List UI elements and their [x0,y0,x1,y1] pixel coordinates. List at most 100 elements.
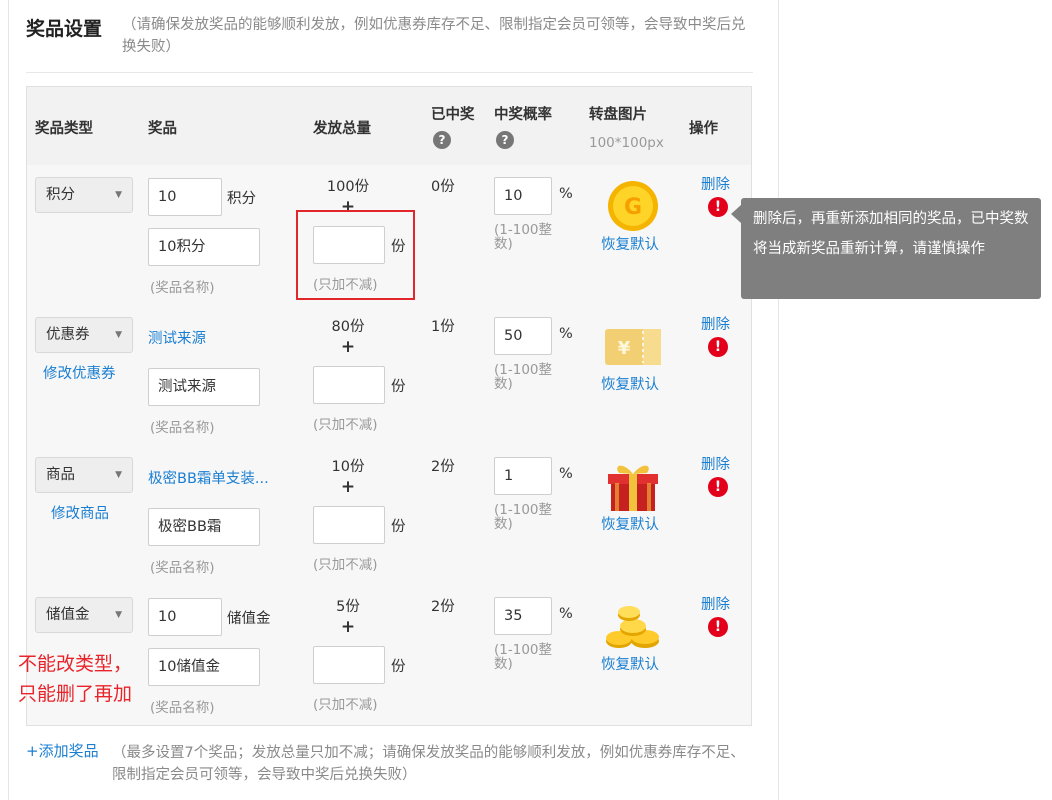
header-prize: 奖品 [148,121,177,137]
probability-help-icon[interactable]: ? [496,131,514,149]
prize-type-value: 储值金 [46,607,90,623]
highlight-box [296,210,415,300]
restore-default-link[interactable]: 恢复默认 [601,233,659,254]
total-value: 5份 [336,599,360,615]
coupon-icon: ¥ [605,329,661,365]
annotation-line-1: 不能改类型， [18,653,133,675]
won-count: 2份 [431,459,455,475]
prize-type-select[interactable]: 商品 ▼ [35,457,133,493]
stored-value-amount-input[interactable]: 10 [148,598,222,636]
section-title: 奖品设置 [26,18,103,40]
delete-link[interactable]: 删除 [701,453,730,474]
coupon-source-link[interactable]: 测试来源 [148,327,206,348]
share-unit: 份 [391,659,406,675]
annotation-line-2: 只能删了再加 [18,683,133,705]
prize-name-input[interactable]: 测试来源 [148,368,260,406]
points-amount-input[interactable]: 10 [148,178,222,216]
table-row: 商品 ▼ 修改商品 极密BB霜单支装... 极密BB霜 (奖品名称) 10份 + … [27,445,751,586]
header-image-size: 100*100px [589,135,664,151]
probability-range-hint: (1-100整数) [494,362,552,392]
gold-coins-icon [606,606,659,648]
restore-default-link[interactable]: 恢复默认 [601,373,659,394]
won-count: 1份 [431,319,455,335]
probability-input[interactable]: 35 [494,597,552,635]
amount-unit: 储值金 [227,611,271,627]
plus-sign: + [340,337,356,357]
percent-sign: % [559,186,573,202]
annotation-note: 不能改类型， 只能删了再加 [18,649,132,709]
header-total: 发放总量 [313,121,371,137]
add-quantity-input[interactable] [313,506,385,544]
probability-range-hint: (1-100整数) [494,222,552,252]
prize-table: 奖品类型 奖品 发放总量 已中奖 ? 中奖概率 ? 转盘图片 100*100px… [26,86,752,726]
plus-sign: + [340,477,356,497]
probability-range-hint: (1-100整数) [494,642,552,672]
table-row: 储值金 ▼ 10 储值金 10储值金 (奖品名称) 5份 + 份 (只加不减) 2… [27,585,751,725]
title-divider [26,72,753,73]
left-divider [8,0,9,800]
probability-input[interactable]: 50 [494,317,552,355]
prize-name-input[interactable]: 10积分 [148,228,260,266]
delete-link[interactable]: 删除 [701,173,730,194]
table-row: 优惠券 ▼ 修改优惠券 测试来源 测试来源 (奖品名称) 80份 + 份 (只加不… [27,305,751,446]
warning-icon[interactable]: ! [708,477,728,497]
chevron-down-icon: ▼ [115,610,122,620]
goods-link[interactable]: 极密BB霜单支装... [148,467,269,488]
prize-name-hint: (奖品名称) [150,560,215,576]
gift-box-icon [608,465,658,511]
plus-sign: + [340,617,356,637]
only-add-hint: (只加不减) [313,557,378,573]
restore-default-link[interactable]: 恢复默认 [601,653,659,674]
warning-icon[interactable]: ! [708,617,728,637]
percent-sign: % [559,606,573,622]
prize-type-value: 商品 [46,467,75,483]
share-unit: 份 [391,379,406,395]
prize-name-input[interactable]: 10储值金 [148,648,260,686]
chevron-down-icon: ▼ [115,190,122,200]
prize-name-hint: (奖品名称) [150,700,215,716]
section-note: （请确保发放奖品的能够顺利发放，例如优惠券库存不足、限制指定会员可领等，会导致中… [122,17,746,55]
chevron-down-icon: ▼ [115,470,122,480]
svg-text:¥: ¥ [618,338,631,359]
prize-name-hint: (奖品名称) [150,420,215,436]
prize-name-hint: (奖品名称) [150,280,215,296]
percent-sign: % [559,326,573,342]
won-count: 2份 [431,599,455,615]
percent-sign: % [559,466,573,482]
total-value: 80份 [331,319,365,335]
won-help-icon[interactable]: ? [433,131,451,149]
only-add-hint: (只加不减) [313,417,378,433]
modify-coupon-link[interactable]: 修改优惠券 [43,362,116,383]
delete-link[interactable]: 删除 [701,313,730,334]
svg-text:G: G [624,195,642,220]
restore-default-link[interactable]: 恢复默认 [601,513,659,534]
warning-icon[interactable]: ! [708,337,728,357]
header-image: 转盘图片 [589,107,647,123]
amount-unit: 积分 [227,191,256,207]
modify-goods-link[interactable]: 修改商品 [51,502,109,523]
only-add-hint: (只加不减) [313,697,378,713]
probability-input[interactable]: 1 [494,457,552,495]
warning-icon[interactable]: ! [708,197,728,217]
add-quantity-input[interactable] [313,646,385,684]
header-action: 操作 [689,121,718,137]
prize-type-value: 积分 [46,187,75,203]
tooltip-arrow [731,205,741,223]
table-header: 奖品类型 奖品 发放总量 已中奖 ? 中奖概率 ? 转盘图片 100*100px… [27,87,751,166]
probability-range-hint: (1-100整数) [494,502,552,532]
total-value: 10份 [331,459,365,475]
delete-link[interactable]: 删除 [701,593,730,614]
total-value: 100份 [326,179,370,195]
prize-type-select[interactable]: 储值金 ▼ [35,597,133,633]
delete-warning-tooltip: 删除后，再重新添加相同的奖品，已中奖数将当成新奖品重新计算，请谨慎操作 [741,198,1041,299]
prize-type-select[interactable]: 优惠券 ▼ [35,317,133,353]
header-type: 奖品类型 [35,121,93,137]
prize-type-select[interactable]: 积分 ▼ [35,177,133,213]
chevron-down-icon: ▼ [115,330,122,340]
add-quantity-input[interactable] [313,366,385,404]
add-prize-link[interactable]: +添加奖品 [26,740,99,761]
probability-input[interactable]: 10 [494,177,552,215]
prize-type-value: 优惠券 [46,327,90,343]
header-probability: 中奖概率 [494,107,552,123]
prize-name-input[interactable]: 极密BB霜 [148,508,260,546]
